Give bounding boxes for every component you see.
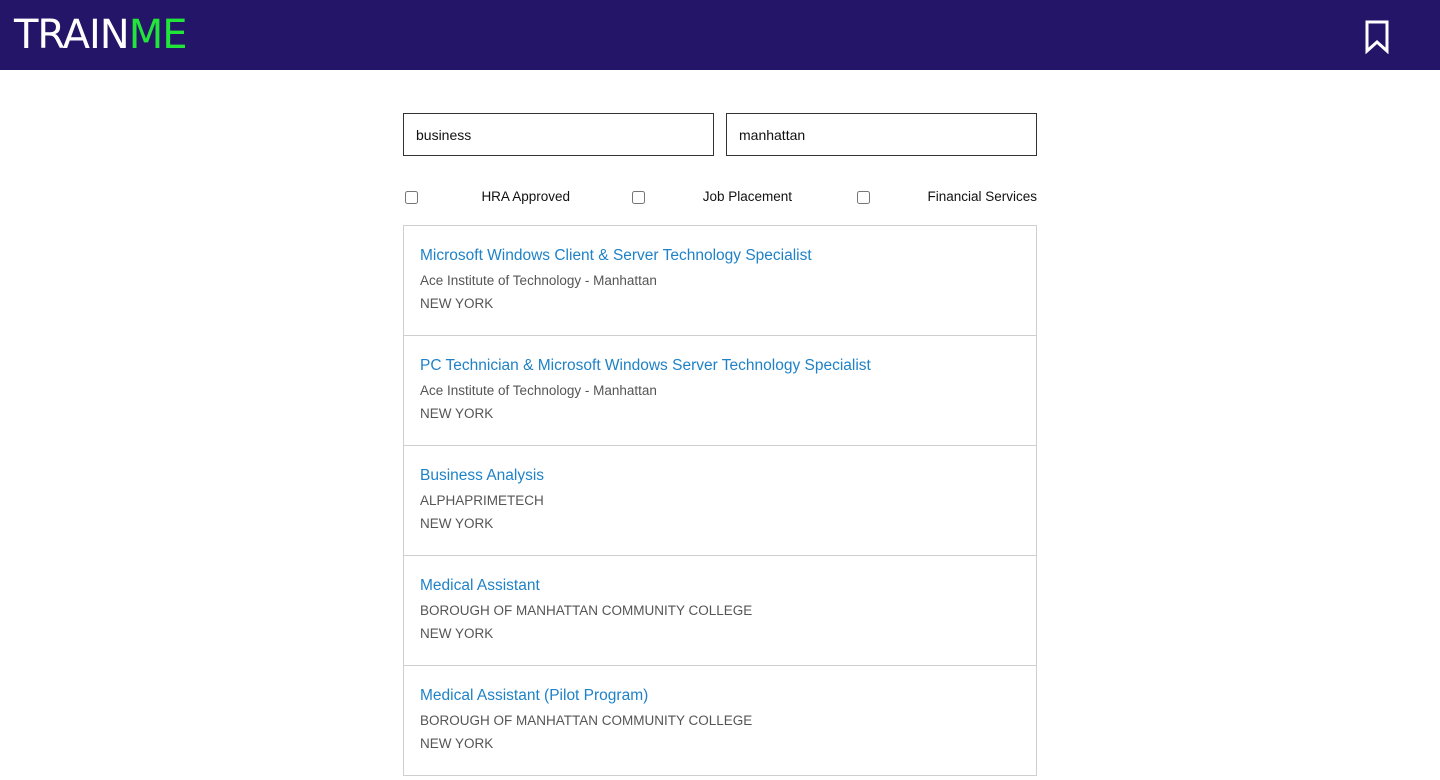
bookmarks-button[interactable] <box>1364 20 1390 54</box>
filter-job-placement: Job Placement <box>632 188 854 208</box>
result-city: NEW YORK <box>420 296 494 311</box>
result-city: NEW YORK <box>420 626 494 641</box>
result-city: NEW YORK <box>420 406 494 421</box>
results-list: Microsoft Windows Client & Server Techno… <box>403 225 1037 776</box>
result-city: NEW YORK <box>420 736 494 751</box>
trainme-logo[interactable]: TRAINME <box>14 10 188 60</box>
result-provider: BOROUGH OF MANHATTAN COMMUNITY COLLEGE <box>420 603 753 618</box>
result-provider: Ace Institute of Technology - Manhattan <box>420 383 657 398</box>
bookmark-icon <box>1365 20 1389 54</box>
top-header: TRAINME <box>0 0 1440 70</box>
filter-financial-services: Financial Services <box>857 188 1037 208</box>
result-item: Medical Assistant BOROUGH OF MANHATTAN C… <box>404 556 1036 666</box>
result-item: PC Technician & Microsoft Windows Server… <box>404 336 1036 446</box>
financial-services-checkbox[interactable] <box>857 191 870 204</box>
hra-approved-checkbox[interactable] <box>405 191 418 204</box>
result-city: NEW YORK <box>420 516 494 531</box>
filter-options: HRA Approved Job Placement Financial Ser… <box>403 188 1037 208</box>
result-title-link[interactable]: PC Technician & Microsoft Windows Server… <box>420 357 871 375</box>
result-provider: BOROUGH OF MANHATTAN COMMUNITY COLLEGE <box>420 713 753 728</box>
logo-text-me: ME <box>128 12 188 58</box>
result-item: Business Analysis ALPHAPRIMETECH NEW YOR… <box>404 446 1036 556</box>
result-title-link[interactable]: Microsoft Windows Client & Server Techno… <box>420 247 812 265</box>
filter-hra-approved: HRA Approved <box>405 188 627 208</box>
result-item: Microsoft Windows Client & Server Techno… <box>404 226 1036 336</box>
financial-services-label[interactable]: Financial Services <box>927 189 1037 204</box>
search-query-input[interactable] <box>403 113 714 156</box>
search-location-input[interactable] <box>726 113 1037 156</box>
result-title-link[interactable]: Medical Assistant <box>420 577 540 595</box>
result-provider: ALPHAPRIMETECH <box>420 493 544 508</box>
result-title-link[interactable]: Business Analysis <box>420 467 544 485</box>
result-item: Medical Assistant (Pilot Program) BOROUG… <box>404 666 1036 776</box>
result-title-link[interactable]: Medical Assistant (Pilot Program) <box>420 687 648 705</box>
job-placement-checkbox[interactable] <box>632 191 645 204</box>
job-placement-label[interactable]: Job Placement <box>703 189 792 204</box>
logo-text-train: TRAIN <box>14 12 130 58</box>
result-provider: Ace Institute of Technology - Manhattan <box>420 273 657 288</box>
hra-approved-label[interactable]: HRA Approved <box>481 189 570 204</box>
